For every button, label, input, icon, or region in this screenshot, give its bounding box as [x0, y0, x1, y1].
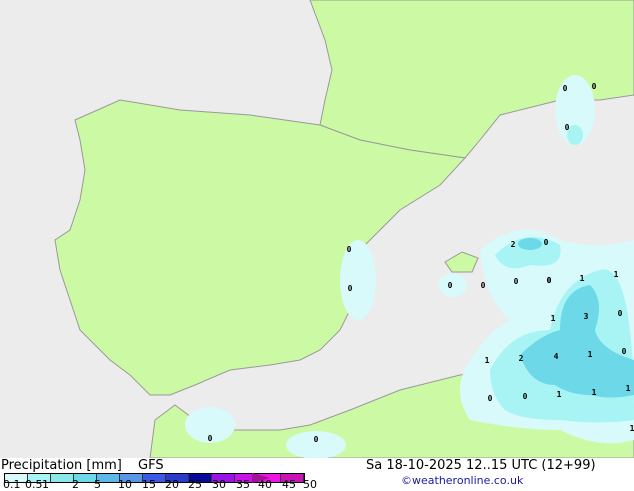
map-value-label: 0	[448, 281, 453, 290]
scale-tick-label: 5	[94, 478, 101, 491]
map-value-label: 0	[488, 394, 493, 403]
credit-link[interactable]: ©weatheronline.co.uk	[401, 474, 523, 487]
map-value-label: 0	[347, 245, 352, 254]
map-value-label: 1	[551, 314, 556, 323]
map-value-label: 4	[554, 352, 559, 361]
scale-tick-label: 0.1	[3, 478, 21, 491]
map-value-label: 0	[622, 347, 627, 356]
map-value-label: 0	[547, 276, 552, 285]
map-value-label: 0	[565, 123, 570, 132]
scale-tick-label: 20	[165, 478, 179, 491]
map-value-label: 0	[514, 277, 519, 286]
map-value-label: 0	[544, 238, 549, 247]
map-value-label: 1	[557, 390, 562, 399]
scale-tick-label: 50	[303, 478, 317, 491]
map-value-label: 0	[314, 435, 319, 444]
scale-tick-label: 2	[72, 478, 79, 491]
scale-tick-label: 25	[188, 478, 202, 491]
precipitation-map[interactable]: 0 00000 02 00 0 0 1 11 3 01 2 4 1 00 0 1 1 1100	[0, 0, 634, 458]
map-value-label: 1	[614, 270, 619, 279]
map-value-label: 1	[580, 274, 585, 283]
map-value-label: 0	[348, 284, 353, 293]
map-value-label: 1	[592, 388, 597, 397]
map-value-label: 1	[588, 350, 593, 359]
valid-datetime: Sa 18-10-2025 12..15 UTC (12+99)	[366, 458, 596, 473]
scale-tick-label: 30	[212, 478, 226, 491]
scale-tick-label: 45	[282, 478, 296, 491]
scale-tick-label: 15	[142, 478, 156, 491]
scale-tick-label: 35	[236, 478, 250, 491]
map-value-label: 0	[523, 392, 528, 401]
map-value-label: 1	[630, 424, 634, 433]
model-name: GFS	[138, 458, 164, 473]
map-value-label: 2	[511, 240, 516, 249]
scale-tick-label: 0.5	[25, 478, 43, 491]
scale-tick-label: 40	[258, 478, 272, 491]
scale-tick-label: 10	[118, 478, 132, 491]
map-value-label: 0	[208, 434, 213, 443]
scale-swatch	[51, 474, 74, 482]
scale-tick-label: 1	[42, 478, 49, 491]
map-value-label: 0	[592, 82, 597, 91]
map-value-label: 1	[485, 356, 490, 365]
map-value-label: 0	[618, 309, 623, 318]
map-value-label: 1	[626, 384, 631, 393]
legend-title: Precipitation [mm]	[1, 458, 122, 473]
map-value-label: 0	[563, 84, 568, 93]
map-value-label: 3	[584, 312, 589, 321]
map-value-label: 0	[481, 281, 486, 290]
map-value-label: 2	[519, 354, 524, 363]
